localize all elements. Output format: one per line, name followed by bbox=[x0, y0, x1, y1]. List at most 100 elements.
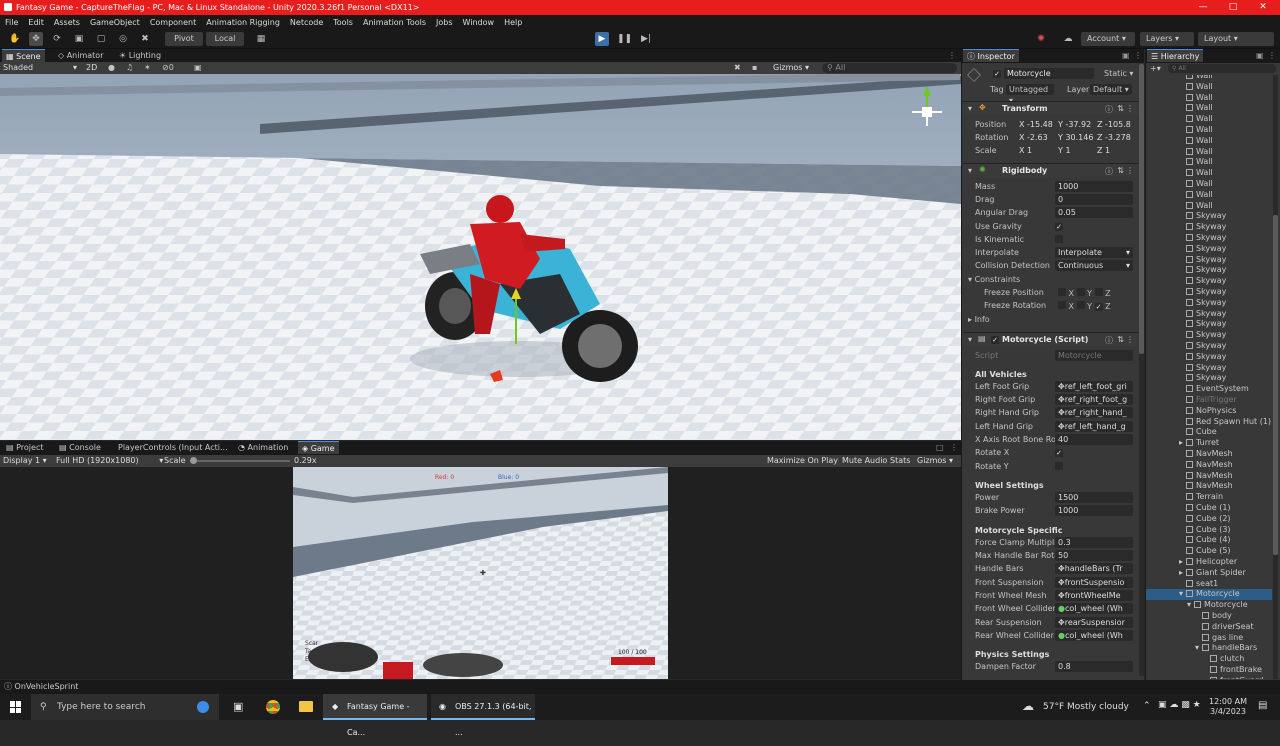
hierarchy-item[interactable]: Wall bbox=[1146, 82, 1272, 93]
active-checkbox[interactable]: ✓ bbox=[993, 69, 1001, 78]
menu-netcode[interactable]: Netcode bbox=[285, 18, 328, 27]
hierarchy-search-input[interactable]: ⚲ All bbox=[1168, 64, 1276, 73]
taskbar-obs-app[interactable]: ◉ OBS 27.1.3 (64-bit, ... bbox=[431, 694, 535, 737]
scale-y-field[interactable]: Y 1 bbox=[1058, 145, 1096, 156]
hierarchy-item[interactable]: Terrain bbox=[1146, 492, 1272, 503]
collab-icon[interactable]: ✺ bbox=[1034, 32, 1048, 46]
weather-icon[interactable]: ☁ bbox=[1022, 699, 1034, 713]
hierarchy-item[interactable]: Wall bbox=[1146, 179, 1272, 190]
dampen-factor-field[interactable]: 0.8 bbox=[1055, 661, 1133, 672]
hierarchy-item[interactable]: Skyway bbox=[1146, 287, 1272, 298]
hierarchy-item[interactable]: Skyway bbox=[1146, 352, 1272, 363]
foldout-arrow-icon[interactable]: ▸ bbox=[1179, 557, 1183, 568]
hierarchy-item[interactable]: Wall bbox=[1146, 190, 1272, 201]
max-handle-bar-field[interactable]: 50 bbox=[1055, 550, 1133, 561]
rear-wheel-collider-field[interactable]: ●col_wheel (Wh bbox=[1055, 630, 1133, 641]
help-icon[interactable]: ⓘ bbox=[1105, 104, 1113, 115]
tools-icon[interactable]: ✖ bbox=[734, 62, 741, 74]
use-gravity-checkbox[interactable]: ✓ bbox=[1055, 222, 1063, 231]
light-toggle-icon[interactable]: ● bbox=[108, 62, 115, 74]
front-wheel-collider-field[interactable]: ●col_wheel (Wh bbox=[1055, 603, 1133, 614]
hierarchy-item[interactable]: Wall bbox=[1146, 201, 1272, 212]
cortana-icon[interactable] bbox=[197, 701, 209, 713]
front-suspension-field[interactable]: ✥frontSuspensio bbox=[1055, 577, 1133, 588]
hierarchy-item[interactable]: driverSeat bbox=[1146, 622, 1272, 633]
preset-icon[interactable]: ⇅ bbox=[1117, 166, 1124, 175]
tray-chevron-icon[interactable]: ⌃ bbox=[1143, 701, 1151, 711]
tab-animation[interactable]: ◔ Animation bbox=[234, 441, 292, 454]
menu-animation-tools[interactable]: Animation Tools bbox=[358, 18, 431, 27]
taskbar-search-box[interactable]: ⚲ Type here to search bbox=[31, 694, 219, 720]
interpolate-dropdown[interactable]: Interpolate ▾ bbox=[1055, 247, 1133, 258]
minimize-icon[interactable]: — bbox=[1188, 0, 1218, 15]
left-hand-grip-field[interactable]: ✥ref_left_hand_g bbox=[1055, 421, 1133, 432]
inspector-menu-icon[interactable]: ⋮ bbox=[1134, 51, 1142, 60]
foldout-arrow-icon[interactable]: ▾ bbox=[1187, 600, 1191, 611]
game-gizmos-dropdown[interactable]: Gizmos ▾ bbox=[917, 455, 953, 467]
hierarchy-item[interactable]: ▸ Giant Spider bbox=[1146, 568, 1272, 579]
hierarchy-item[interactable]: ▸ Turret bbox=[1146, 438, 1272, 449]
menu-window[interactable]: Window bbox=[458, 18, 500, 27]
freeze-position-checkboxes[interactable]: X Y Z bbox=[1058, 288, 1111, 298]
hierarchy-item[interactable]: Skyway bbox=[1146, 244, 1272, 255]
windows-start-icon[interactable] bbox=[10, 701, 22, 713]
tab-inspector[interactable]: ⓘ Inspector bbox=[963, 49, 1019, 62]
script-enabled-checkbox[interactable]: ✓ bbox=[991, 335, 999, 344]
hierarchy-item[interactable]: Skyway bbox=[1146, 255, 1272, 266]
help-icon[interactable]: ⓘ bbox=[1105, 335, 1113, 346]
preset-icon[interactable]: ⇅ bbox=[1117, 335, 1124, 344]
tab-project[interactable]: ▤ Project bbox=[2, 441, 47, 454]
hierarchy-item[interactable]: Cube bbox=[1146, 427, 1272, 438]
menu-animation-rigging[interactable]: Animation Rigging bbox=[201, 18, 285, 27]
scale-z-field[interactable]: Z 1 bbox=[1097, 145, 1137, 156]
hierarchy-item[interactable]: Skyway bbox=[1146, 373, 1272, 384]
hierarchy-item[interactable]: Skyway bbox=[1146, 341, 1272, 352]
rotate-tool-icon[interactable]: ⟳ bbox=[50, 32, 64, 46]
rotate-x-checkbox[interactable]: ✓ bbox=[1055, 448, 1063, 457]
hand-tool-icon[interactable]: ✋ bbox=[8, 32, 22, 46]
create-button[interactable]: +▾ bbox=[1150, 64, 1161, 73]
tab-scene[interactable]: ▦ Scene bbox=[2, 49, 45, 62]
position-y-field[interactable]: Y -37.92 bbox=[1058, 119, 1096, 130]
pause-button[interactable]: ❚❚ bbox=[617, 32, 632, 46]
task-view-icon[interactable]: ▣ bbox=[233, 700, 243, 713]
component-menu-icon[interactable]: ⋮ bbox=[1126, 104, 1134, 113]
component-menu-icon[interactable]: ⋮ bbox=[1126, 335, 1134, 344]
force-clamp-field[interactable]: 0.3 bbox=[1055, 537, 1133, 548]
hierarchy-item[interactable]: NoPhysics bbox=[1146, 406, 1272, 417]
effects-toggle-icon[interactable]: ✶ bbox=[144, 62, 151, 74]
left-foot-grip-field[interactable]: ✥ref_left_foot_gri bbox=[1055, 381, 1133, 392]
tab-animator[interactable]: ◇ Animator bbox=[54, 49, 107, 62]
hierarchy-item[interactable]: seat1 bbox=[1146, 579, 1272, 590]
shading-mode-dropdown[interactable]: Shaded ▾ bbox=[3, 62, 77, 74]
hierarchy-menu-icon[interactable]: ⋮ bbox=[1268, 51, 1276, 60]
file-explorer-icon[interactable] bbox=[299, 701, 313, 712]
hierarchy-item[interactable]: Wall bbox=[1146, 168, 1272, 179]
hierarchy-item[interactable]: Skyway bbox=[1146, 298, 1272, 309]
brake-power-field[interactable]: 1000 bbox=[1055, 505, 1133, 516]
display-dropdown[interactable]: Display 1 ▾ bbox=[3, 455, 47, 467]
menu-tools[interactable]: Tools bbox=[328, 18, 358, 27]
rigidbody-header[interactable]: ▾ ✺ Rigidbody ⓘ ⇅ ⋮ bbox=[963, 163, 1139, 177]
hierarchy-item[interactable]: Wall bbox=[1146, 75, 1272, 82]
hierarchy-item[interactable]: Skyway bbox=[1146, 222, 1272, 233]
hierarchy-item[interactable]: body bbox=[1146, 611, 1272, 622]
drag-field[interactable]: 0 bbox=[1055, 194, 1133, 205]
hierarchy-item[interactable]: NavMesh bbox=[1146, 449, 1272, 460]
hierarchy-item[interactable]: Skyway bbox=[1146, 276, 1272, 287]
custom-tool-icon[interactable]: ✖ bbox=[138, 32, 152, 46]
layer-dropdown[interactable]: Default ▾ bbox=[1090, 84, 1132, 95]
tab-hierarchy[interactable]: ☰ Hierarchy bbox=[1147, 49, 1204, 62]
hierarchy-item[interactable]: Skyway bbox=[1146, 233, 1272, 244]
2d-toggle[interactable]: 2D bbox=[86, 62, 97, 74]
hierarchy-scrollbar[interactable] bbox=[1273, 75, 1278, 679]
foldout-arrow-icon[interactable]: ▸ bbox=[1179, 568, 1183, 579]
hierarchy-item[interactable]: Wall bbox=[1146, 136, 1272, 147]
right-hand-grip-field[interactable]: ✥ref_right_hand_ bbox=[1055, 407, 1133, 418]
cloud-icon[interactable]: ☁ bbox=[1061, 32, 1075, 46]
hierarchy-item[interactable]: ▾ Motorcycle bbox=[1146, 589, 1272, 601]
rotation-z-field[interactable]: Z -3.278 bbox=[1097, 132, 1137, 143]
hidden-objects-icon[interactable]: ⊘0 bbox=[162, 62, 174, 74]
tray-icons[interactable]: ▣ ☁ ▩ ★ bbox=[1158, 700, 1201, 710]
hierarchy-item[interactable]: Cube (5) bbox=[1146, 546, 1272, 557]
